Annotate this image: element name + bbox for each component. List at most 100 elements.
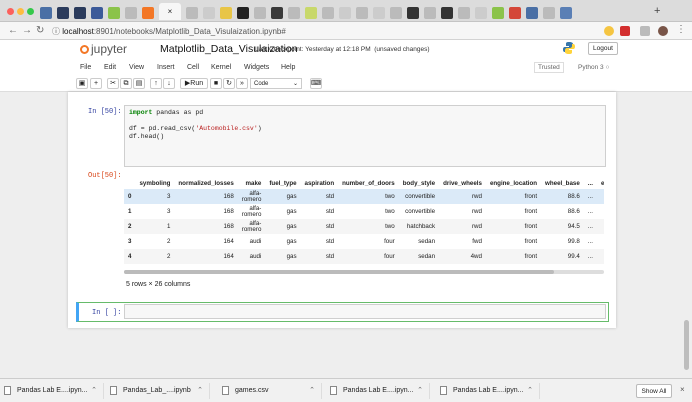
run-button[interactable]: ▶Run (180, 78, 208, 89)
chevron-up-icon[interactable]: ⌃ (527, 383, 533, 399)
chevron-up-icon[interactable]: ⌃ (91, 383, 97, 399)
table-header-row: symboling normalized_losses make fuel_type a… (124, 178, 604, 189)
menu-widgets[interactable]: Widgets (244, 64, 269, 71)
tab-favicon[interactable] (305, 6, 317, 19)
tab-favicon[interactable] (322, 6, 334, 19)
insert-cell-icon[interactable]: + (90, 78, 102, 89)
tab-favicon[interactable] (254, 6, 266, 19)
code-cell-input[interactable]: import pandas as pd df = pd.read_csv('Au… (124, 105, 606, 167)
bookmark-star-icon[interactable] (604, 26, 614, 36)
menu-bar: File Edit View Insert Cell Kernel Widget… (0, 58, 692, 76)
forward-arrow-icon[interactable]: → (22, 25, 32, 36)
profile-avatar[interactable] (658, 26, 668, 36)
menu-insert[interactable]: Insert (157, 64, 175, 71)
download-item[interactable]: Pandas Lab E....ipyn... ⌃ (330, 383, 430, 399)
download-item[interactable]: games.csv ⌃ (222, 383, 322, 399)
maximize-window-button[interactable] (27, 8, 34, 15)
cell-type-value: Code (254, 81, 269, 87)
table-cell: sedan (398, 249, 440, 264)
save-icon[interactable]: ▣ (76, 78, 88, 89)
table-cell: hatchback (398, 219, 440, 234)
tab-favicon[interactable] (91, 6, 103, 19)
tab-favicon[interactable] (57, 6, 69, 19)
kernel-idle-icon: ○ (605, 64, 610, 71)
tab-favicon[interactable] (339, 6, 351, 19)
row-index: 1 (128, 208, 132, 215)
tab-favicon[interactable] (373, 6, 385, 19)
tab-favicon[interactable] (492, 6, 504, 19)
empty-code-input[interactable] (124, 304, 606, 319)
restart-icon[interactable]: ↻ (223, 78, 235, 89)
tab-favicon[interactable] (142, 6, 154, 19)
move-up-icon[interactable]: ↑ (150, 78, 162, 89)
tab-favicon[interactable] (407, 6, 419, 19)
tab-favicon[interactable] (441, 6, 453, 19)
tab-favicon[interactable] (237, 6, 249, 19)
autosave-status: (unsaved changes) (374, 46, 430, 53)
table-cell: four (384, 238, 395, 245)
back-arrow-icon[interactable]: ← (8, 25, 18, 36)
trusted-indicator[interactable]: Trusted (534, 62, 564, 73)
minimize-window-button[interactable] (17, 8, 24, 15)
tab-favicon[interactable] (203, 6, 215, 19)
column-header: make (245, 180, 262, 187)
download-item[interactable]: Pandas Lab E....ipyn... ⌃ (4, 383, 104, 399)
menu-help[interactable]: Help (281, 64, 295, 71)
menu-view[interactable]: View (129, 64, 144, 71)
chevron-up-icon[interactable]: ⌃ (417, 383, 423, 399)
tab-favicon[interactable] (458, 6, 470, 19)
move-down-icon[interactable]: ↓ (163, 78, 175, 89)
tab-favicon[interactable] (125, 6, 137, 19)
logout-button[interactable]: Logout (588, 42, 618, 55)
new-tab-button[interactable]: + (654, 5, 660, 17)
tab-favicon[interactable] (475, 6, 487, 19)
chevron-up-icon[interactable]: ⌃ (309, 383, 315, 399)
menu-kernel[interactable]: Kernel (211, 64, 231, 71)
jupyter-logo[interactable]: jupyter (80, 42, 127, 56)
tab-favicon[interactable] (526, 6, 538, 19)
tab-close-icon[interactable]: × (168, 7, 173, 16)
url-field[interactable]: ⓘ localhost:8901/notebooks/Matplotlib_Da… (52, 25, 612, 38)
tab-favicon[interactable] (390, 6, 402, 19)
show-all-button[interactable]: Show All (636, 384, 672, 398)
download-item[interactable]: Pandas_Lab_....ipynb ⌃ (110, 383, 210, 399)
extension-icon[interactable] (640, 26, 650, 36)
vertical-scrollbar[interactable] (684, 320, 689, 370)
menu-file[interactable]: File (80, 64, 91, 71)
fast-forward-icon[interactable]: » (236, 78, 248, 89)
tab-favicon[interactable] (560, 6, 572, 19)
active-tab[interactable]: × (159, 3, 181, 20)
scrollbar-thumb[interactable] (124, 270, 554, 274)
copy-icon[interactable]: ⧉ (120, 78, 132, 89)
extension-icon[interactable] (620, 26, 630, 36)
table-cell: alfa-romero (241, 204, 262, 218)
kernel-indicator: Python 3 ○ (578, 64, 609, 71)
reload-icon[interactable]: ↻ (36, 25, 44, 36)
interrupt-icon[interactable]: ■ (210, 78, 222, 89)
keyboard-icon[interactable]: ⌨ (310, 78, 322, 89)
tab-favicon[interactable] (220, 6, 232, 19)
tab-favicon[interactable] (509, 6, 521, 19)
chevron-up-icon[interactable]: ⌃ (197, 383, 203, 399)
tab-favicon[interactable] (186, 6, 198, 19)
tab-favicon[interactable] (271, 6, 283, 19)
tab-favicon[interactable] (108, 6, 120, 19)
tab-favicon[interactable] (40, 6, 52, 19)
tab-favicon[interactable] (288, 6, 300, 19)
paste-icon[interactable]: ▤ (133, 78, 145, 89)
close-window-button[interactable] (7, 8, 14, 15)
horizontal-scrollbar[interactable] (124, 270, 604, 274)
tab-favicon[interactable] (356, 6, 368, 19)
table-cell: rwd (471, 208, 482, 215)
menu-edit[interactable]: Edit (104, 64, 116, 71)
tab-favicon[interactable] (74, 6, 86, 19)
download-item[interactable]: Pandas Lab E....ipyn... ⌃ (440, 383, 540, 399)
cut-icon[interactable]: ✂ (107, 78, 119, 89)
browser-menu-icon[interactable]: ⋮ (676, 24, 686, 35)
cell-type-select[interactable]: Code ⌄ (250, 78, 302, 89)
table-body: 0 3 168 alfa-romero gas std two convertible rwd f… (124, 189, 604, 264)
menu-cell[interactable]: Cell (187, 64, 199, 71)
tab-favicon[interactable] (424, 6, 436, 19)
close-icon[interactable]: × (680, 385, 685, 394)
tab-favicon[interactable] (543, 6, 555, 19)
